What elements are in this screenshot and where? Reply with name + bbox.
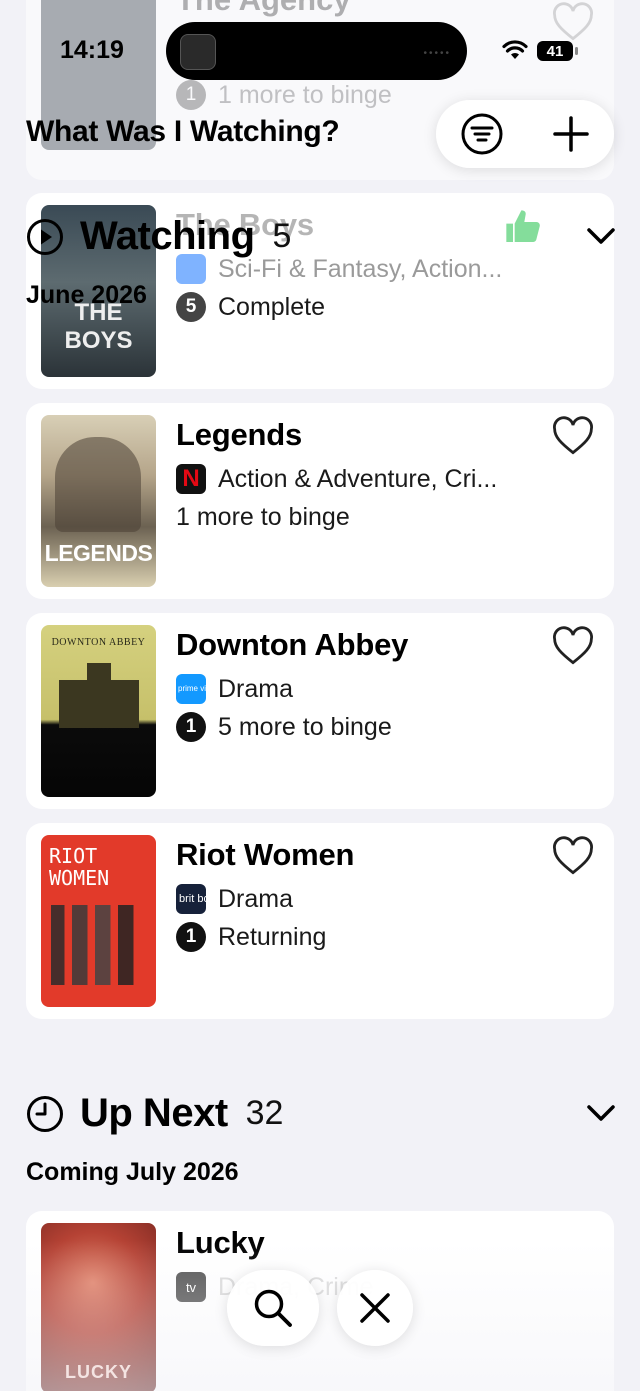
show-title: Riot Women — [176, 837, 355, 872]
show-title: Lucky — [176, 1225, 265, 1260]
date-header: June 2026 — [26, 281, 147, 309]
clock-icon — [27, 1095, 63, 1132]
chevron-down-icon[interactable] — [586, 226, 616, 246]
netflix-icon: N — [176, 464, 206, 494]
app-activity-icon — [180, 34, 216, 70]
poster-riot-women: RIOT WOMEN — [41, 835, 156, 1007]
section-count: 32 — [245, 1094, 284, 1132]
heart-icon[interactable] — [552, 836, 594, 876]
status-time: 14:19 — [60, 36, 124, 64]
poster-lucky: LUCKY — [41, 1223, 156, 1391]
section-count: 5 — [272, 217, 292, 255]
show-genres: Drama — [218, 674, 294, 703]
status-count-badge: 5 — [176, 292, 206, 322]
prime-video-icon: prime video — [176, 674, 206, 704]
show-status: Returning — [218, 922, 327, 951]
apple-tv-icon: tv — [176, 1272, 206, 1302]
chevron-down-icon[interactable] — [586, 1103, 616, 1123]
status-bar: 14:19 ••••• 41 — [0, 0, 640, 100]
show-genres: Action & Adventure, Cri... — [218, 464, 498, 493]
show-title: Legends — [176, 417, 303, 452]
show-card-legends[interactable]: LEGENDS Legends N Action & Adventure, Cr… — [26, 403, 614, 599]
add-button[interactable] — [551, 114, 591, 154]
close-button[interactable] — [337, 1270, 413, 1346]
show-card-lucky[interactable]: LUCKY Lucky tv Drama, Crime — [26, 1211, 614, 1391]
heart-icon[interactable] — [552, 626, 594, 666]
show-card-riot-women[interactable]: RIOT WOMEN Riot Women brit box Drama 1 R… — [26, 823, 614, 1019]
search-button[interactable] — [227, 1270, 319, 1346]
filter-button[interactable] — [460, 112, 504, 156]
play-circle-icon — [27, 218, 63, 255]
up-next-section-header[interactable]: Up Next 32 — [26, 1091, 283, 1136]
show-status: 1 more to binge — [176, 502, 350, 531]
thumbs-up-icon[interactable] — [502, 207, 544, 247]
toolbar-pill — [436, 100, 614, 168]
britbox-icon: brit box — [176, 884, 206, 914]
close-icon — [360, 1293, 390, 1323]
section-title: Up Next — [80, 1091, 228, 1135]
date-header: Coming July 2026 — [26, 1158, 239, 1186]
show-status: Complete — [218, 292, 325, 321]
poster-legends: LEGENDS — [41, 415, 156, 587]
section-title: Watching — [80, 214, 255, 258]
watching-section-header[interactable]: Watching 5 — [26, 214, 291, 259]
show-genres: Drama — [218, 884, 294, 913]
show-title: Downton Abbey — [176, 627, 409, 662]
battery-icon: 41 — [537, 41, 573, 61]
page-title: What Was I Watching? — [26, 115, 340, 148]
heart-icon[interactable] — [552, 416, 594, 456]
poster-downton-abbey: DOWNTON ABBEY — [41, 625, 156, 797]
show-status: 5 more to binge — [218, 712, 392, 741]
search-icon — [254, 1289, 292, 1327]
status-count-badge: 1 — [176, 712, 206, 742]
show-card-downton-abbey[interactable]: DOWNTON ABBEY Downton Abbey prime video … — [26, 613, 614, 809]
wifi-icon — [502, 40, 528, 59]
status-count-badge: 1 — [176, 922, 206, 952]
dynamic-island: ••••• — [166, 22, 467, 80]
